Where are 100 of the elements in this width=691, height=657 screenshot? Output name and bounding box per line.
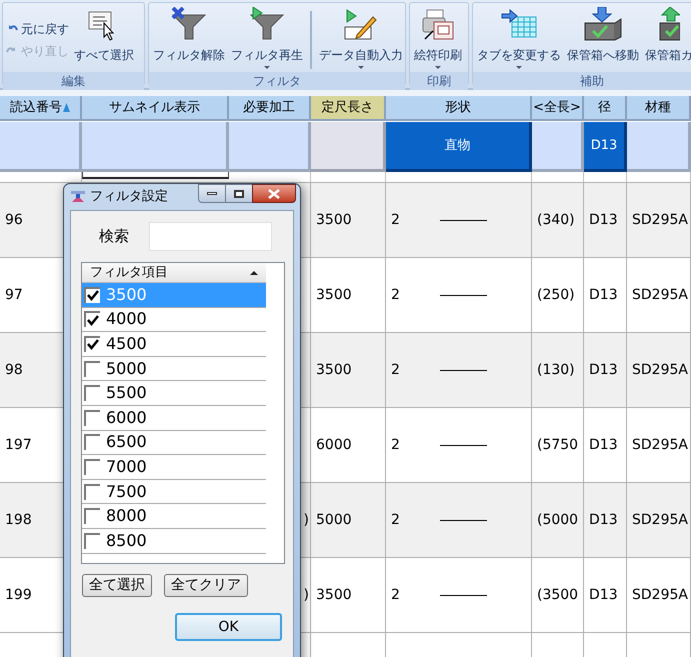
table-cell-text: SD295A (632, 210, 688, 230)
checkbox[interactable] (84, 484, 100, 500)
checkbox[interactable] (84, 360, 100, 377)
table-cell-text: 97 (5, 286, 23, 304)
column-header[interactable]: 材種 (627, 96, 691, 121)
filter-cell[interactable]: 直物 (386, 122, 532, 172)
funnel-x-icon (169, 5, 209, 41)
dialog-button[interactable]: 全てクリア (164, 574, 248, 597)
group-label: 印刷 (410, 72, 468, 90)
line-icon (440, 594, 487, 596)
search-label: 検索 (99, 226, 129, 248)
filter-cell[interactable] (627, 122, 691, 172)
table-cell-text: 3500 (316, 210, 352, 230)
line-icon (440, 444, 487, 446)
table-cell-text: 3500 (316, 586, 352, 604)
filter-cell[interactable] (82, 122, 229, 172)
item-label: 8000 (106, 505, 147, 528)
filter-cell[interactable]: D13 (584, 122, 627, 172)
search-field[interactable] (149, 222, 272, 251)
table-cell-text: 3500 (316, 286, 352, 304)
column-header[interactable]: <全長> (532, 96, 584, 121)
filter-cell[interactable] (532, 122, 584, 172)
table-cell-text: SD295A (632, 586, 688, 604)
item-label: 6500 (106, 431, 147, 454)
dialog-button[interactable]: 全て選択 (82, 574, 152, 597)
table-cell-text: (130) (537, 360, 575, 380)
item-label: 5500 (106, 382, 147, 404)
minimize-button[interactable] (198, 184, 226, 203)
line-icon (440, 294, 487, 296)
table-cell-text: 2 (391, 360, 400, 380)
table-cell-text: D13 (589, 286, 618, 304)
table-cell-text: SD295A (632, 436, 688, 454)
group-label: 補助 (473, 72, 691, 90)
dialog-title: フィルタ設定 (90, 188, 168, 206)
ribbon-button[interactable]: フィルタ解除 (152, 5, 226, 72)
table-cell-text: 96 (5, 210, 23, 230)
column-header[interactable]: 径 (584, 96, 627, 121)
close-button[interactable] (252, 184, 296, 203)
box-down-arrow-icon (583, 5, 623, 41)
column-header[interactable]: サムネイル表示 (82, 96, 229, 121)
close-icon (268, 188, 280, 198)
table-cell-text: 2 (391, 286, 400, 304)
table-cell-text: SD295A (632, 286, 688, 304)
ribbon-button[interactable]: データ自動入力 (318, 5, 404, 72)
table-cell-text: (5000 (537, 510, 578, 530)
table-cell-text: 2 (391, 210, 400, 230)
item-label: 3500 (106, 284, 147, 306)
ribbon-button[interactable]: 絵符印刷 (413, 5, 463, 72)
column-header[interactable]: 形状 (386, 96, 532, 121)
table-cell-text: D13 (589, 436, 618, 454)
item-label: 5000 (106, 358, 147, 380)
table-cell-text: D13 (589, 360, 618, 380)
item-label: 6000 (106, 406, 147, 429)
table-cell-text: 3500 (316, 360, 352, 380)
table-cell-text: D13 (589, 510, 618, 530)
column-header[interactable]: 定尺長さ (311, 96, 386, 121)
table-cell-text: D13 (589, 586, 618, 604)
box-up-arrow-icon (658, 5, 680, 41)
table-cell-text: 198 (5, 510, 32, 530)
item-label: 4000 (106, 308, 147, 330)
list-item[interactable]: 4000 (82, 308, 266, 332)
table-cell-text: ) (304, 510, 309, 530)
column-header[interactable]: 必要加工 (229, 96, 311, 121)
ribbon-button[interactable]: 保管箱へ移動 (566, 5, 640, 72)
table-cell-text: ) (304, 586, 309, 604)
ribbon-button[interactable]: すべて選択 (73, 5, 135, 72)
ribbon-button[interactable]: タブを変更する (476, 5, 562, 72)
ribbon-button[interactable]: 元に戻す (6, 22, 69, 36)
item-label: 4500 (106, 332, 147, 355)
ribbon-button[interactable]: 保管箱カ (644, 5, 691, 72)
group-label: 編集 (3, 72, 144, 90)
table-cell-text: SD295A (632, 360, 688, 380)
table-cell-text: SD295A (632, 510, 688, 530)
group-label: フィルタ (149, 72, 405, 90)
maximize-button[interactable] (226, 184, 252, 203)
table-cell-text: 98 (5, 360, 23, 380)
app-icon (70, 190, 86, 204)
table-cell-text: (5750 (537, 436, 578, 454)
ribbon-button[interactable]: フィルタ再生 (230, 5, 304, 72)
table-cell-text: D13 (589, 210, 618, 230)
table-cell-text: 2 (391, 436, 400, 454)
table-cell-text: (340) (537, 210, 575, 230)
item-label: 8500 (106, 530, 147, 552)
table-cell-text: (250) (537, 286, 575, 304)
filter-cell[interactable] (229, 122, 311, 172)
filter-cell[interactable] (311, 122, 386, 172)
list-item[interactable]: 6500 (82, 430, 266, 456)
list-header[interactable]: フィルタ項目 (82, 263, 266, 283)
table-cell-text: (3500 (537, 586, 578, 604)
column-header[interactable]: 読込番号 (0, 96, 82, 121)
table-cell-text: 6000 (316, 436, 352, 454)
checkbox[interactable] (84, 286, 100, 303)
ok-button[interactable]: OK (175, 613, 282, 641)
table-cell-text: 2 (391, 586, 400, 604)
item-label: 7500 (106, 480, 147, 503)
table-cell-text: 197 (5, 436, 32, 454)
funnel-play-icon (247, 5, 287, 41)
table-cell-text: 199 (5, 586, 32, 604)
table-cell-text: 5000 (316, 510, 352, 530)
filter-cell[interactable] (0, 122, 82, 172)
